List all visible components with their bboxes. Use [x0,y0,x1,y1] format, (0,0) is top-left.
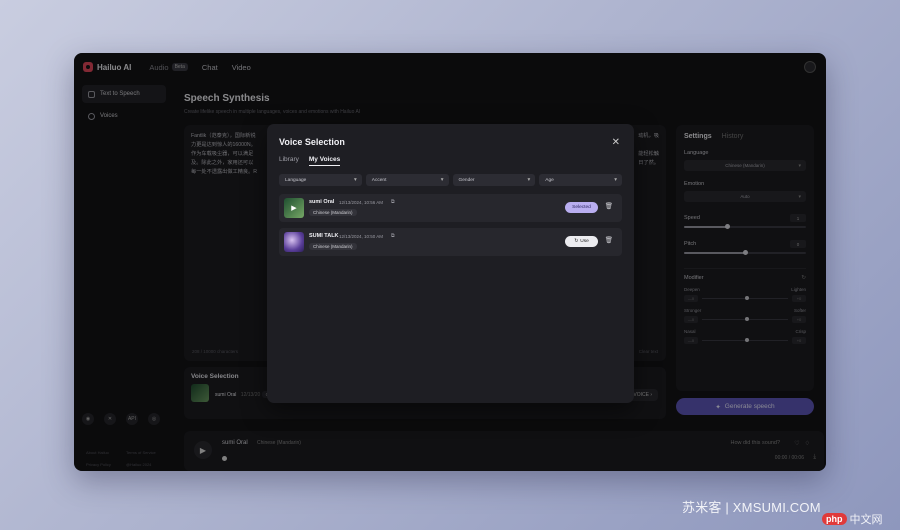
voice-name: sumi Oral [309,199,335,205]
trash-icon[interactable]: 🗑 [605,236,613,244]
trash-icon[interactable]: 🗑 [605,202,613,210]
voice-name: SUMI TALK [309,233,339,239]
voice-selection-modal: Voice Selection ✕ Library My Voices Lang… [267,124,634,403]
php-badge: php [822,513,847,525]
watermark-site: 苏米客 | XMSUMI.COM [682,500,821,515]
voice-row[interactable]: ▶ sumi Oral 12/13/2024, 10:56 AM ⧉ Chine… [279,194,622,222]
filter-language[interactable]: Language [279,174,362,186]
voice-lang-badge: Chinese (Mandarin) [309,209,357,216]
filter-accent[interactable]: Accent [365,174,449,186]
filter-gender[interactable]: Gender [452,174,536,186]
close-icon[interactable]: ✕ [612,137,620,148]
galaxy-thumbnail[interactable] [284,232,304,252]
copy-icon[interactable]: ⧉ [391,199,395,205]
modal-tabs: Library My Voices [279,156,622,166]
tab-library[interactable]: Library [279,156,299,166]
refresh-icon: ↻ [574,239,579,244]
voice-row[interactable]: SUMI TALK 12/13/2024, 10:50 AM ⧉ Chinese… [279,228,622,256]
watermark-cn: 中文网 [849,514,883,526]
app-window: Hailuo AI Audio Beta Chat Video Text to … [74,53,826,471]
voice-lang-badge: Chinese (Mandarin) [309,243,357,250]
tab-my-voices[interactable]: My Voices [308,156,341,166]
use-voice-button[interactable]: ↻ Use [565,236,598,247]
filter-bar: Language Accent Gender Age [279,174,622,186]
watermark-php: php 中文网 [822,511,883,527]
filter-age[interactable]: Age [539,174,622,186]
voice-date: 12/13/2024, 10:50 AM [339,234,384,239]
use-label: Use [580,239,589,244]
play-icon[interactable]: ▶ [284,198,304,218]
voice-date: 12/13/2024, 10:56 AM [339,200,384,205]
selected-badge[interactable]: Selected [565,202,598,213]
modal-title: Voice Selection [279,137,345,147]
copy-icon[interactable]: ⧉ [391,233,395,239]
